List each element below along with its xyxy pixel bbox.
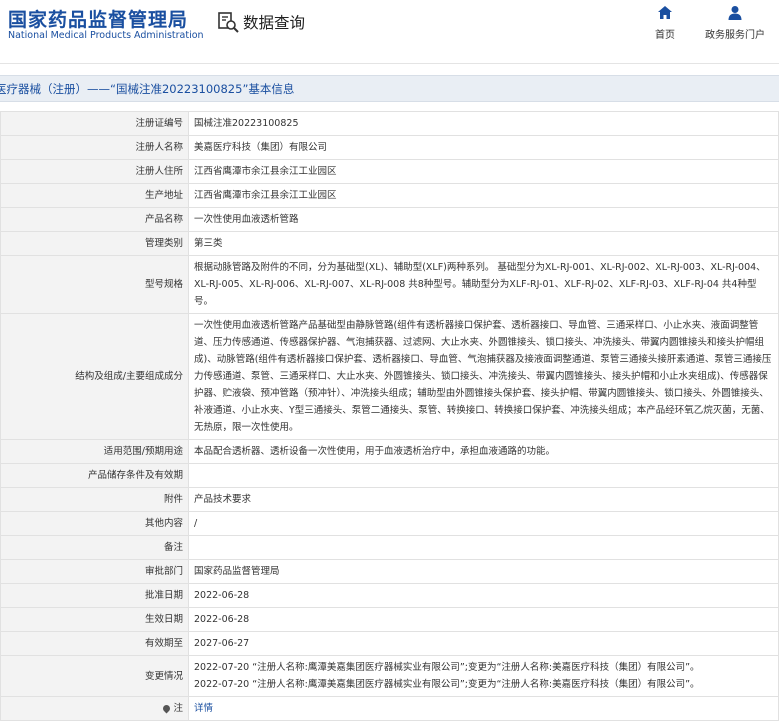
user-icon: [728, 6, 742, 20]
row-value: 一次性使用血液透析管路产品基础型由静脉管路(组件有透析器接口保护套、透析器接口、…: [188, 313, 779, 440]
details-link[interactable]: 详情: [194, 703, 213, 714]
data-query-label: 数据查询: [243, 14, 306, 32]
table-row: 生效日期 2022-06-28: [0, 607, 779, 632]
row-label: 结构及组成/主要组成成分: [0, 313, 189, 440]
pin-icon: [162, 703, 172, 714]
nav-home-label: 首页: [655, 30, 675, 41]
row-label: 附件: [0, 487, 189, 512]
row-value: 江西省鹰潭市余江县余江工业园区: [188, 183, 779, 208]
row-label: 批准日期: [0, 583, 189, 608]
row-label: 有效期至: [0, 631, 189, 656]
row-label: 备注: [0, 535, 189, 560]
page-title: 医疗器械（注册）——“国械注准20223100825”基本信息: [0, 81, 295, 96]
logo-title-en[interactable]: National Medical Products Administration: [8, 30, 204, 41]
row-value: 国家药品监督管理局: [188, 559, 779, 584]
row-label: 注册证编号: [0, 111, 189, 136]
note-label-cell: 注: [0, 696, 189, 721]
table-row: 批准日期 2022-06-28: [0, 583, 779, 608]
table-row: 管理类别 第三类: [0, 231, 779, 256]
table-row: 产品名称 一次性使用血液透析管路: [0, 207, 779, 232]
site-header: 国家药品监督管理局 National Medical Products Admi…: [0, 0, 779, 62]
row-label: 产品名称: [0, 207, 189, 232]
table-row-note: 注详情: [0, 696, 779, 721]
row-label: 注册人名称: [0, 135, 189, 160]
row-value: 2022-07-20 “注册人名称:鹰潭美嘉集团医疗器械实业有限公司”;变更为“…: [188, 655, 779, 697]
header-divider: [0, 63, 779, 64]
row-value: 2027-06-27: [188, 631, 779, 656]
table-row: 结构及组成/主要组成成分 一次性使用血液透析管路产品基础型由静脉管路(组件有透析器…: [0, 313, 779, 440]
row-label: 变更情况: [0, 655, 189, 697]
row-label: 生产地址: [0, 183, 189, 208]
table-row: 变更情况 2022-07-20 “注册人名称:鹰潭美嘉集团医疗器械实业有限公司”;…: [0, 655, 779, 697]
row-value: 美嘉医疗科技（集团）有限公司: [188, 135, 779, 160]
row-label: 适用范围/预期用途: [0, 439, 189, 464]
table-row: 其他内容 /: [0, 511, 779, 536]
row-label: 其他内容: [0, 511, 189, 536]
document-search-icon: [218, 12, 239, 33]
table-row: 审批部门 国家药品监督管理局: [0, 559, 779, 584]
table-row: 注册人名称 美嘉医疗科技（集团）有限公司: [0, 135, 779, 160]
logo-title-cn[interactable]: 国家药品监督管理局: [8, 5, 188, 32]
row-value: 第三类: [188, 231, 779, 256]
table-row: 附件 产品技术要求: [0, 487, 779, 512]
nav-gov-service-portal[interactable]: 政务服务门户: [702, 4, 768, 41]
table-row: 生产地址 江西省鹰潭市余江县余江工业园区: [0, 183, 779, 208]
row-value: 国械注准20223100825: [188, 111, 779, 136]
row-value: 本品配合透析器、透析设备一次性使用，用于血液透析治疗中，承担血液通路的功能。: [188, 439, 779, 464]
registration-info-table: 注册证编号 国械注准20223100825 注册人名称 美嘉医疗科技（集团）有限公司注…: [0, 111, 779, 721]
note-label: 注: [173, 703, 183, 714]
row-value: [188, 535, 779, 560]
note-value-cell: 详情: [188, 696, 779, 721]
row-value: 产品技术要求: [188, 487, 779, 512]
row-label: 型号规格: [0, 255, 189, 314]
data-query-link[interactable]: 数据查询: [216, 10, 305, 34]
table-row: 型号规格 根据动脉管路及附件的不同，分为基础型(XL)、辅助型(XLF)两种系列。…: [0, 255, 779, 314]
row-value: /: [188, 511, 779, 536]
nav-gov-label: 政务服务门户: [705, 30, 765, 41]
row-value: 2022-06-28: [188, 607, 779, 632]
row-value: 2022-06-28: [188, 583, 779, 608]
row-value: 江西省鹰潭市余江县余江工业园区: [188, 159, 779, 184]
row-label: 生效日期: [0, 607, 189, 632]
row-value: 一次性使用血液透析管路: [188, 207, 779, 232]
row-label: 管理类别: [0, 231, 189, 256]
row-label: 注册人住所: [0, 159, 189, 184]
home-icon: [658, 6, 672, 19]
row-label: 审批部门: [0, 559, 189, 584]
row-label: 产品储存条件及有效期: [0, 463, 189, 488]
nav-home[interactable]: 首页: [650, 4, 680, 41]
row-value: 根据动脉管路及附件的不同，分为基础型(XL)、辅助型(XLF)两种系列。 基础型…: [188, 255, 779, 314]
page-title-bar: 医疗器械（注册）——“国械注准20223100825”基本信息: [0, 75, 779, 102]
table-row: 有效期至 2027-06-27: [0, 631, 779, 656]
table-row: 注册证编号 国械注准20223100825: [0, 111, 779, 136]
table-row: 备注: [0, 535, 779, 560]
table-row: 注册人住所 江西省鹰潭市余江县余江工业园区: [0, 159, 779, 184]
table-row: 适用范围/预期用途 本品配合透析器、透析设备一次性使用，用于血液透析治疗中，承担血…: [0, 439, 779, 464]
table-row: 产品储存条件及有效期: [0, 463, 779, 488]
row-value: [188, 463, 779, 488]
